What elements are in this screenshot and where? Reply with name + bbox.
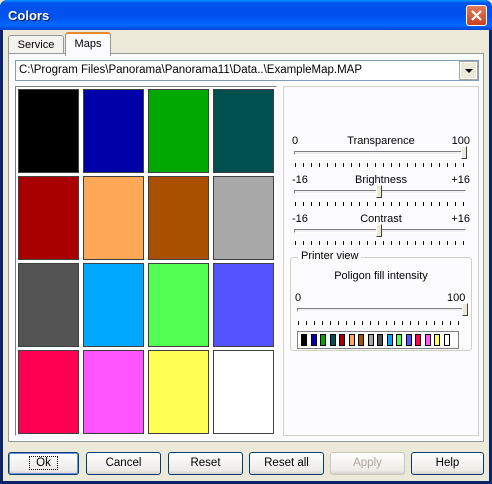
palette-color-chip <box>329 334 336 346</box>
brightness-ticks <box>295 202 465 206</box>
tab-service-label: Service <box>17 39 55 51</box>
palette-color-chip <box>377 334 383 346</box>
cancel-button[interactable]: Cancel <box>86 452 161 475</box>
color-swatch[interactable] <box>213 350 274 434</box>
palette-color-chip <box>348 334 355 346</box>
cancel-label: Cancel <box>105 457 142 469</box>
ok-button[interactable]: Ok <box>8 452 79 475</box>
color-swatch[interactable] <box>148 263 209 347</box>
tab-maps[interactable]: Maps <box>65 32 111 56</box>
map-path-select[interactable]: C:\Program Files\Panorama\Panorama11\Dat… <box>15 60 479 81</box>
palette-color-chip <box>405 334 412 346</box>
maps-tab-panel: C:\Program Files\Panorama\Panorama11\Dat… <box>8 53 484 442</box>
ok-label: Ok <box>29 456 58 470</box>
intensity-label: Poligon fill intensity <box>334 270 428 282</box>
color-swatch[interactable] <box>148 176 209 260</box>
palette-color-chip <box>310 334 317 346</box>
map-path-value: C:\Program Files\Panorama\Panorama11\Dat… <box>19 64 363 76</box>
palette-color-chip <box>424 334 431 346</box>
reset-all-button[interactable]: Reset all <box>249 452 324 475</box>
intensity-ticks <box>298 321 460 325</box>
palette-color-chip <box>396 334 402 346</box>
intensity-slider[interactable] <box>462 303 468 316</box>
transparence-ticks <box>295 163 465 167</box>
color-swatch[interactable] <box>18 263 79 347</box>
close-button[interactable] <box>466 5 487 26</box>
palette-color-chip <box>434 334 440 346</box>
brightness-slider[interactable] <box>376 185 382 198</box>
palette-color-chip <box>415 334 421 346</box>
color-swatch[interactable] <box>83 263 144 347</box>
palette-color-chip <box>358 334 364 346</box>
title-bar[interactable]: Colors <box>0 0 492 30</box>
contrast-max-label: +16 <box>451 213 470 225</box>
help-label: Help <box>435 457 460 469</box>
color-swatch[interactable] <box>83 350 144 434</box>
palette-color-chip <box>367 334 374 346</box>
color-swatch[interactable] <box>213 176 274 260</box>
chevron-down-icon <box>465 69 473 73</box>
contrast-ticks <box>295 241 465 245</box>
transparence-slider[interactable] <box>461 146 467 159</box>
color-swatch[interactable] <box>18 176 79 260</box>
apply-button[interactable]: Apply <box>330 452 405 475</box>
colors-dialog: Colors Service Maps C:\Program Files\Pan… <box>0 0 492 484</box>
reset-button[interactable]: Reset <box>168 452 243 475</box>
palette-color-chip <box>301 334 307 346</box>
printer-view-group: Printer view Poligon fill intensity 0 10… <box>290 250 472 351</box>
printer-palette <box>297 331 459 349</box>
color-swatch[interactable] <box>148 350 209 434</box>
apply-label: Apply <box>353 457 382 469</box>
close-icon <box>471 10 482 21</box>
color-swatch-grid <box>15 86 277 436</box>
color-swatch[interactable] <box>83 89 144 173</box>
palette-color-chip <box>320 334 326 346</box>
palette-color-chip <box>443 334 450 346</box>
dropdown-button[interactable] <box>459 61 478 80</box>
intensity-min-label: 0 <box>295 292 302 304</box>
reset-all-label: Reset all <box>264 457 309 469</box>
dialog-body: Service Maps C:\Program Files\Panorama\P… <box>3 30 489 481</box>
transparence-track <box>294 151 466 155</box>
help-button[interactable]: Help <box>411 452 484 475</box>
transparence-label: Transparence <box>347 135 415 147</box>
printer-view-title: Printer view <box>298 250 362 262</box>
color-swatch[interactable] <box>213 263 274 347</box>
contrast-slider[interactable] <box>376 224 382 237</box>
color-swatch[interactable] <box>213 89 274 173</box>
brightness-max-label: +16 <box>451 174 470 186</box>
color-swatch[interactable] <box>83 176 144 260</box>
palette-color-chip <box>386 334 393 346</box>
intensity-track <box>297 308 465 312</box>
adjustments-panel: 0 Transparence 100 -16 Brightness +16 -16 Contr… <box>283 86 479 436</box>
tab-maps-label: Maps <box>74 38 102 50</box>
color-swatch[interactable] <box>148 89 209 173</box>
color-swatch[interactable] <box>18 350 79 434</box>
window-title: Colors <box>8 8 50 23</box>
reset-label: Reset <box>190 457 221 469</box>
palette-color-chip <box>339 334 345 346</box>
color-swatch[interactable] <box>18 89 79 173</box>
